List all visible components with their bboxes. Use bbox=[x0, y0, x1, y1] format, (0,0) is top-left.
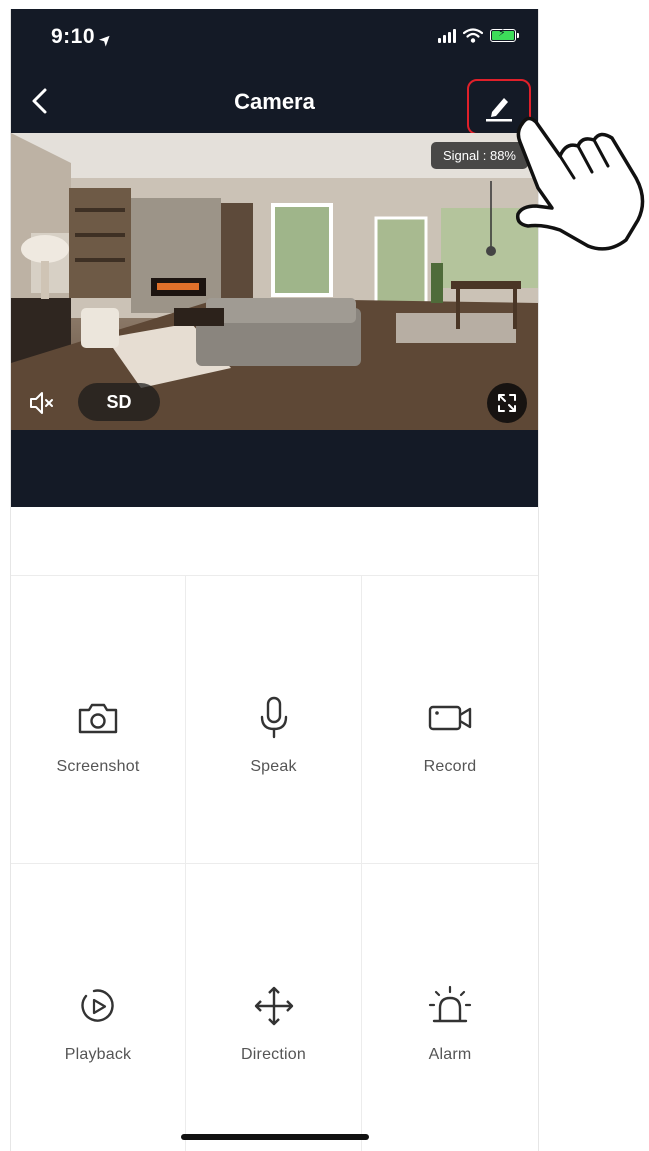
playback-icon bbox=[81, 989, 114, 1022]
battery-icon: ⚡ bbox=[490, 28, 519, 42]
speak-label: Speak bbox=[250, 758, 297, 775]
screenshot-button[interactable]: Screenshot bbox=[11, 576, 186, 864]
page-title: Camera bbox=[234, 89, 315, 114]
siren-icon bbox=[428, 985, 472, 1023]
fullscreen-button[interactable] bbox=[487, 383, 527, 423]
action-grid: Screenshot Speak Record Playback Directi… bbox=[11, 575, 538, 1151]
live-video-feed[interactable]: Signal : 88% SD bbox=[11, 133, 538, 430]
record-button[interactable]: Record bbox=[362, 576, 538, 864]
pointing-hand-icon bbox=[515, 116, 645, 251]
cellular-signal-icon bbox=[438, 28, 456, 43]
nav-bar: Camera bbox=[11, 67, 538, 135]
camera-screen: 9:10➤ ⚡ Camera Signal: 88% SD Screensho… bbox=[10, 9, 539, 1151]
alarm-label: Alarm bbox=[428, 1046, 472, 1063]
wifi-icon bbox=[463, 28, 483, 43]
alarm-button[interactable]: Alarm bbox=[362, 864, 538, 1151]
quality-toggle-button[interactable]: SD bbox=[78, 383, 160, 421]
camera-icon bbox=[78, 703, 118, 734]
status-bar: 9:10➤ ⚡ bbox=[11, 9, 538, 64]
speaker-mute-icon bbox=[30, 392, 53, 414]
home-indicator bbox=[181, 1134, 369, 1140]
speak-button[interactable]: Speak bbox=[186, 576, 362, 864]
clock: 9:10 bbox=[51, 25, 96, 48]
screenshot-label: Screenshot bbox=[56, 758, 140, 775]
move-arrows-icon bbox=[254, 986, 293, 1026]
mute-button[interactable] bbox=[27, 389, 59, 417]
playback-button[interactable]: Playback bbox=[11, 864, 186, 1151]
status-time: 9:10➤ bbox=[51, 25, 117, 50]
video-camera-icon bbox=[428, 705, 472, 731]
location-icon: ➤ bbox=[95, 29, 117, 51]
playback-label: Playback bbox=[64, 1046, 132, 1063]
direction-button[interactable]: Direction bbox=[186, 864, 362, 1151]
record-label: Record bbox=[423, 758, 477, 775]
back-button[interactable] bbox=[25, 85, 55, 117]
chevron-left-icon bbox=[32, 88, 47, 114]
status-icons: ⚡ bbox=[438, 28, 519, 43]
direction-label: Direction bbox=[241, 1046, 306, 1063]
fullscreen-icon bbox=[498, 394, 516, 412]
microphone-icon bbox=[260, 696, 287, 739]
